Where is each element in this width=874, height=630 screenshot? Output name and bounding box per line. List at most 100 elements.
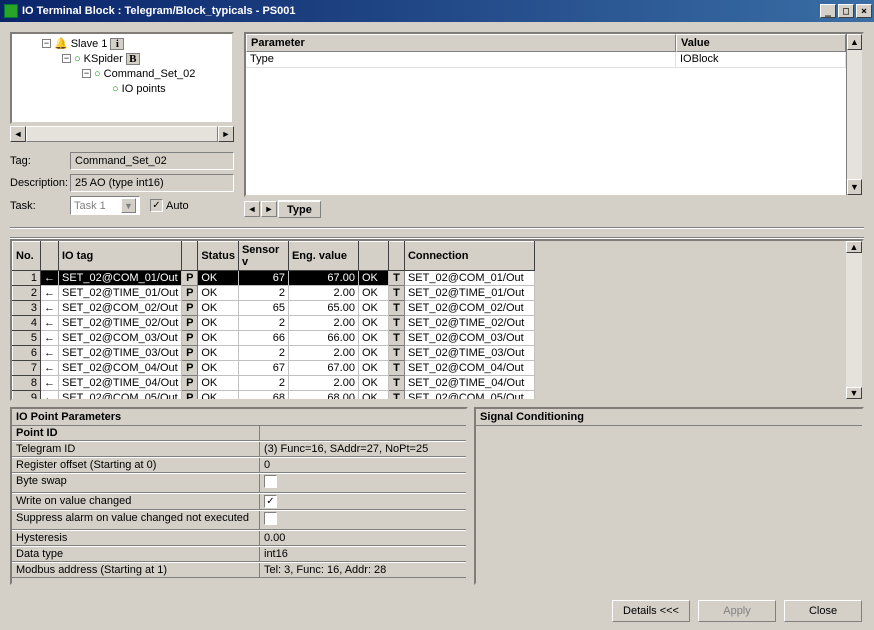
task-combo[interactable]: Task 1 [70,196,140,215]
param-value[interactable] [260,474,466,492]
tree-collapse-icon[interactable]: − [62,54,71,63]
device-tree[interactable]: − 🔔 Slave 1 i − ○ KSpider B − ○ Command_… [10,32,234,124]
p-icon[interactable]: P [182,301,198,316]
param-value[interactable]: 0.00 [260,531,466,545]
t-icon[interactable]: T [388,376,404,391]
col-sensorv[interactable]: Sensor v [238,242,288,271]
param-row[interactable]: Hysteresis0.00 [12,530,466,546]
row-number[interactable]: 4 [13,316,41,331]
col-p[interactable] [182,242,198,271]
row-number[interactable]: 6 [13,346,41,361]
io-tag-cell[interactable]: SET_02@COM_04/Out [59,361,182,376]
col-t[interactable] [388,242,404,271]
table-row[interactable]: 5←SET_02@COM_03/OutPOK6666.00OKTSET_02@C… [13,331,535,346]
table-row[interactable]: 8←SET_02@TIME_04/OutPOK22.00OKTSET_02@TI… [13,376,535,391]
scroll-right-icon[interactable] [218,126,234,142]
scroll-down-icon[interactable] [847,179,862,195]
t-icon[interactable]: T [388,346,404,361]
param-row[interactable]: Point ID [12,426,466,441]
row-number[interactable]: 3 [13,301,41,316]
tree-collapse-icon[interactable]: − [42,39,51,48]
close-window-button[interactable]: × [856,4,872,18]
connection-cell[interactable]: SET_02@COM_01/Out [404,271,534,286]
tree-node-label[interactable]: IO points [122,83,166,95]
t-icon[interactable]: T [388,391,404,400]
p-icon[interactable]: P [182,361,198,376]
param-row[interactable]: Modbus address (Starting at 1)Tel: 3, Fu… [12,562,466,578]
tree-node-label[interactable]: Slave 1 [71,38,108,50]
table-row[interactable]: 4←SET_02@TIME_02/OutPOK22.00OKTSET_02@TI… [13,316,535,331]
checkbox[interactable] [264,475,277,488]
col-iotag[interactable]: IO tag [59,242,182,271]
row-number[interactable]: 1 [13,271,41,286]
connection-cell[interactable]: SET_02@TIME_04/Out [404,376,534,391]
table-row[interactable]: 9←SET_02@COM_05/OutPOK6868.00OKTSET_02@C… [13,391,535,400]
connection-cell[interactable]: SET_02@TIME_02/Out [404,316,534,331]
param-value[interactable]: ✓ [260,494,466,509]
auto-checkbox[interactable]: ✓ [150,199,163,212]
row-number[interactable]: 5 [13,331,41,346]
col-evstatus[interactable] [358,242,388,271]
io-tag-cell[interactable]: SET_02@COM_02/Out [59,301,182,316]
tab-nav-left-icon[interactable] [244,201,260,217]
details-button[interactable]: Details <<< [612,600,690,622]
io-tag-cell[interactable]: SET_02@COM_05/Out [59,391,182,400]
p-icon[interactable]: P [182,316,198,331]
tag-field[interactable]: Command_Set_02 [70,152,234,170]
maximize-button[interactable]: □ [838,4,854,18]
io-tag-cell[interactable]: SET_02@COM_03/Out [59,331,182,346]
info-icon[interactable]: i [110,38,124,50]
connection-cell[interactable]: SET_02@COM_02/Out [404,301,534,316]
param-header-value[interactable]: Value [676,34,846,52]
description-field[interactable]: 25 AO (type int16) [70,174,234,192]
col-engvalue[interactable]: Eng. value [288,242,358,271]
t-icon[interactable]: T [388,301,404,316]
scroll-up-icon[interactable] [846,241,862,253]
table-row[interactable]: 6←SET_02@TIME_03/OutPOK22.00OKTSET_02@TI… [13,346,535,361]
p-icon[interactable]: P [182,376,198,391]
row-number[interactable]: 2 [13,286,41,301]
parameter-grid[interactable]: Parameter Value Type IOBlock [244,32,864,197]
param-row[interactable]: Byte swap [12,473,466,493]
scroll-track[interactable] [26,126,218,142]
param-header-parameter[interactable]: Parameter [246,34,676,52]
col-status[interactable]: Status [198,242,239,271]
p-icon[interactable]: P [182,391,198,400]
connection-cell[interactable]: SET_02@TIME_01/Out [404,286,534,301]
info-icon[interactable]: B [126,53,140,65]
param-row[interactable]: Telegram ID(3) Func=16, SAddr=27, NoPt=2… [12,441,466,457]
io-tag-cell[interactable]: SET_02@TIME_02/Out [59,316,182,331]
p-icon[interactable]: P [182,331,198,346]
io-table[interactable]: No. IO tag Status Sensor v Eng. value Co… [10,239,864,401]
param-row[interactable]: Data typeint16 [12,546,466,562]
tree-node-label[interactable]: KSpider [84,53,123,65]
param-row[interactable]: Register offset (Starting at 0)0 [12,457,466,473]
p-icon[interactable]: P [182,346,198,361]
row-number[interactable]: 9 [13,391,41,400]
param-row[interactable]: Write on value changed✓ [12,493,466,510]
param-value[interactable]: 0 [260,458,466,472]
tree-h-scrollbar[interactable] [10,126,234,142]
tree-node-label[interactable]: Command_Set_02 [104,68,196,80]
param-value[interactable]: int16 [260,547,466,561]
param-cell[interactable]: IOBlock [676,52,846,68]
scroll-down-icon[interactable] [846,387,862,399]
param-value[interactable]: Tel: 3, Func: 16, Addr: 28 [260,563,466,577]
param-v-scrollbar[interactable] [846,34,862,195]
t-icon[interactable]: T [388,331,404,346]
p-icon[interactable]: P [182,271,198,286]
tab-nav-right-icon[interactable] [261,201,277,217]
scroll-up-icon[interactable] [847,34,862,50]
table-row[interactable]: 1←SET_02@COM_01/OutPOK6767.00OKTSET_02@C… [13,271,535,286]
t-icon[interactable]: T [388,286,404,301]
connection-cell[interactable]: SET_02@COM_04/Out [404,361,534,376]
connection-cell[interactable]: SET_02@COM_05/Out [404,391,534,400]
param-value[interactable]: (3) Func=16, SAddr=27, NoPt=25 [260,442,466,456]
row-number[interactable]: 8 [13,376,41,391]
t-icon[interactable]: T [388,271,404,286]
t-icon[interactable]: T [388,361,404,376]
col-no[interactable]: No. [13,242,41,271]
tab-type[interactable]: Type [278,200,321,218]
io-tag-cell[interactable]: SET_02@TIME_03/Out [59,346,182,361]
param-row[interactable]: Suppress alarm on value changed not exec… [12,510,466,530]
